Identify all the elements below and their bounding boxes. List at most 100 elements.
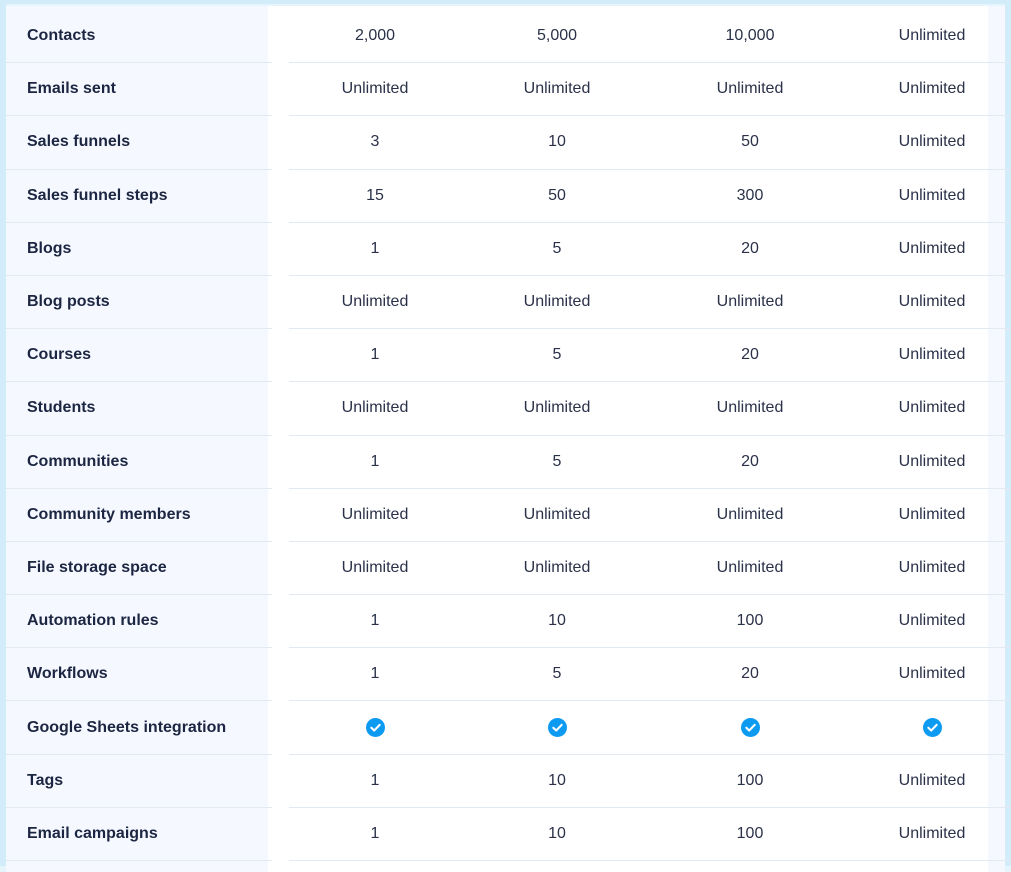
pricing-comparison-card: Contacts 2,000 5,000 10,000 Unlimited Emails … [6, 6, 1011, 872]
plan-3-value: Unlimited [653, 488, 847, 542]
feature-label: Blogs [6, 222, 272, 276]
comparison-rows: Contacts 2,000 5,000 10,000 Unlimited Emails … [6, 10, 1011, 862]
feature-label: Sales funnels [6, 115, 272, 170]
plan-2-value: 10 [461, 754, 653, 808]
table-row: Workflows 1 5 20 Unlimited [6, 647, 1011, 702]
table-row: Community members Unlimited Unlimited Unlim… [6, 488, 1011, 542]
column-gap [272, 807, 289, 860]
plan-3-included [653, 700, 847, 755]
feature-label: Community members [6, 488, 272, 542]
plan-1-value: Unlimited [289, 381, 461, 436]
plan-2-value: 10 [461, 594, 653, 649]
plan-3-value: 100 [653, 594, 847, 649]
column-gap [272, 541, 289, 594]
plan-2-value: 5 [461, 328, 653, 383]
plan-2-value: Unlimited [461, 275, 653, 330]
column-gap [272, 701, 289, 754]
table-row: Google Sheets integration [6, 700, 1011, 755]
check-circle-icon [547, 718, 567, 738]
plan-1-value: Unlimited [289, 62, 461, 117]
plan-2-included [461, 700, 653, 755]
plan-4-included [847, 700, 1011, 755]
plan-3-value: 10,000 [653, 10, 847, 64]
plan-3-value: 50 [653, 115, 847, 170]
column-gap [272, 116, 289, 169]
feature-label: Courses [6, 328, 272, 383]
column-gap [272, 275, 289, 328]
column-gap [272, 63, 289, 116]
feature-label: Email campaigns [6, 807, 272, 862]
feature-label: Google Sheets integration [6, 700, 272, 755]
table-row: Tags 1 10 100 Unlimited [6, 754, 1011, 808]
column-gap [272, 10, 289, 63]
plan-4-value: Unlimited [847, 435, 1011, 489]
plan-comparison-table: Contacts 2,000 5,000 10,000 Unlimited Emails … [6, 10, 1011, 862]
plan-2-value: Unlimited [461, 62, 653, 117]
plan-4-value: Unlimited [847, 488, 1011, 542]
column-gap [272, 382, 289, 435]
plan-3-value: 20 [653, 328, 847, 383]
plan-3-value: Unlimited [653, 62, 847, 117]
plan-1-value: Unlimited [289, 488, 461, 542]
plan-3-value: 100 [653, 754, 847, 808]
plan-1-value: 3 [289, 115, 461, 170]
plan-2-value: 5 [461, 435, 653, 489]
plan-4-value: Unlimited [847, 328, 1011, 383]
feature-label: Tags [6, 754, 272, 808]
plan-1-value: 2,000 [289, 10, 461, 64]
plan-4-value: Unlimited [847, 594, 1011, 649]
plan-1-value: 1 [289, 807, 461, 862]
column-gap [272, 329, 289, 382]
feature-label: Contacts [6, 10, 272, 64]
table-row: Sales funnel steps 15 50 300 Unlimited [6, 169, 1011, 223]
plan-3-value: Unlimited [653, 381, 847, 436]
plan-1-value: 1 [289, 222, 461, 276]
column-gap [272, 648, 289, 701]
plan-4-value: Unlimited [847, 10, 1011, 64]
plan-1-value: 1 [289, 647, 461, 702]
feature-label: File storage space [6, 541, 272, 596]
table-row: Email campaigns 1 10 100 Unlimited [6, 807, 1011, 862]
check-circle-icon [740, 718, 760, 738]
column-gap [272, 169, 289, 222]
table-row: Automation rules 1 10 100 Unlimited [6, 594, 1011, 649]
plan-4-value: Unlimited [847, 381, 1011, 436]
feature-label: Blog posts [6, 275, 272, 330]
table-row: Courses 1 5 20 Unlimited [6, 328, 1011, 383]
column-gap [272, 754, 289, 807]
table-row: Communities 1 5 20 Unlimited [6, 435, 1011, 489]
table-row: File storage space Unlimited Unlimited Unli… [6, 541, 1011, 596]
plan-4-value: Unlimited [847, 541, 1011, 596]
plan-3-value: Unlimited [653, 275, 847, 330]
plan-1-value: 1 [289, 754, 461, 808]
column-gap [272, 435, 289, 488]
plan-2-value: Unlimited [461, 488, 653, 542]
plan-2-value: 5,000 [461, 10, 653, 64]
plan-2-value: 10 [461, 115, 653, 170]
plan-1-value: 15 [289, 169, 461, 223]
plan-1-value: Unlimited [289, 275, 461, 330]
plan-4-value: Unlimited [847, 275, 1011, 330]
column-gap [272, 595, 289, 648]
feature-label: Automation rules [6, 594, 272, 649]
plan-3-value: 20 [653, 435, 847, 489]
plan-4-value: Unlimited [847, 62, 1011, 117]
table-row: Students Unlimited Unlimited Unlimited Unlim… [6, 381, 1011, 436]
plan-1-value: 1 [289, 328, 461, 383]
column-gap [272, 222, 289, 275]
plan-2-value: 5 [461, 647, 653, 702]
plan-2-value: Unlimited [461, 541, 653, 596]
plan-1-included [289, 700, 461, 755]
table-row: Blog posts Unlimited Unlimited Unlimited Unl… [6, 275, 1011, 330]
plan-2-value: 50 [461, 169, 653, 223]
plan-3-value: 20 [653, 647, 847, 702]
feature-label: Communities [6, 435, 272, 489]
plan-1-value: 1 [289, 435, 461, 489]
plan-4-value: Unlimited [847, 807, 1011, 862]
table-row: Emails sent Unlimited Unlimited Unlimited Un… [6, 62, 1011, 117]
feature-label: Sales funnel steps [6, 169, 272, 223]
table-row: Sales funnels 3 10 50 Unlimited [6, 115, 1011, 170]
plan-3-value: 300 [653, 169, 847, 223]
plan-2-value: 5 [461, 222, 653, 276]
plan-2-value: 10 [461, 807, 653, 862]
